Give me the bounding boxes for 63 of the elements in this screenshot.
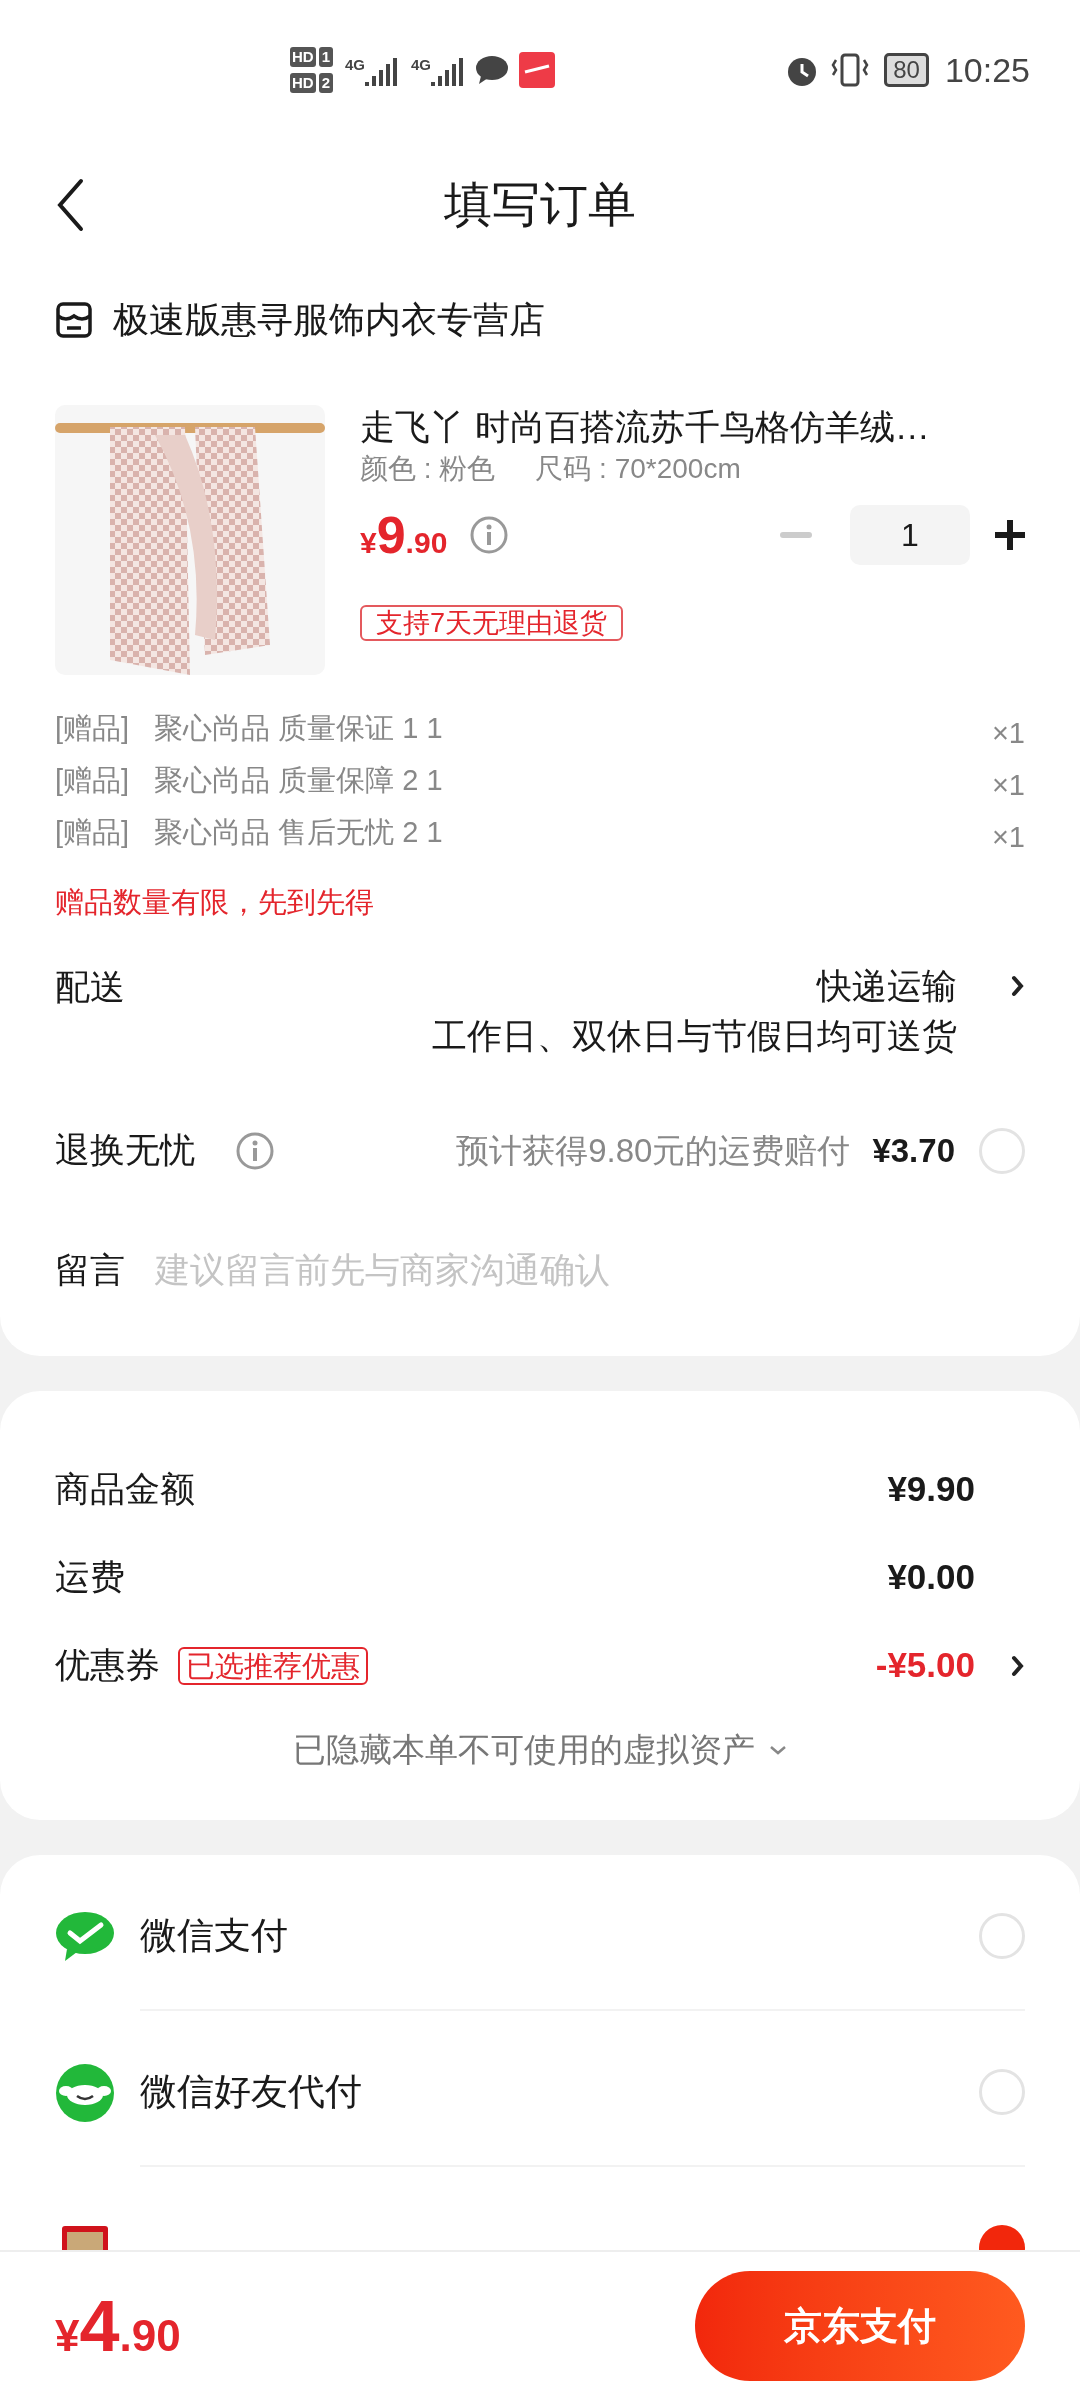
product-title[interactable]: 走飞丫 时尚百搭流苏千鸟格仿羊绒…: [360, 405, 1025, 449]
info-icon[interactable]: [235, 1130, 275, 1171]
delivery-label: 配送: [55, 965, 125, 1008]
vibrate-icon: [830, 52, 871, 88]
sim-slot: 2: [318, 73, 333, 93]
payment-label: 微信好友代付: [140, 2069, 362, 2114]
summary-value[interactable]: -¥5.00: [875, 1639, 975, 1692]
summary-label: 优惠券: [55, 1644, 160, 1687]
chevron-down-icon: [769, 1744, 787, 1755]
quantity-field[interactable]: 1: [850, 505, 970, 565]
gift-note: 赠品数量有限，先到先得: [55, 886, 374, 918]
delivery-detail: 工作日、双休日与节假日均可送货: [432, 1014, 957, 1057]
total-price: ¥4.90: [55, 2285, 181, 2368]
payment-option[interactable]: 微信好友代付: [55, 2018, 1025, 2167]
radio-button[interactable]: [979, 1127, 1025, 1174]
return-policy-tag: 支持7天无理由退货: [360, 605, 624, 641]
product-price: ¥9.90: [360, 505, 448, 566]
app-icon: [519, 52, 556, 88]
gift-tag: [赠品]: [55, 811, 130, 855]
radio-button[interactable]: [979, 2068, 1025, 2115]
return-service-label: 退换无忧: [55, 1129, 195, 1172]
status-time: 10:25: [944, 49, 1030, 91]
plus-icon[interactable]: [995, 520, 1025, 550]
gift-name: 聚心尚品 质量保证 1 1: [154, 711, 443, 747]
network-label: 4G: [411, 55, 432, 75]
summary-label: 运费: [55, 1556, 125, 1599]
sim-label: HD: [290, 73, 316, 93]
gift-tag: [赠品]: [55, 707, 130, 751]
coupon-tag: 已选推荐优惠: [178, 1646, 368, 1685]
chat-check-icon: [55, 1910, 115, 1963]
gift-name: 聚心尚品 质量保障 2 1: [154, 763, 443, 799]
gift-tag: [赠品]: [55, 759, 130, 803]
product-color: 颜色 : 粉色: [360, 452, 496, 486]
store-icon: [55, 301, 93, 339]
product-size: 尺码 : 70*200cm: [535, 452, 741, 486]
network-label: 4G: [345, 55, 366, 75]
sim-label: HD: [290, 47, 316, 67]
chat-bubble-icon: [475, 55, 510, 85]
hidden-assets-note[interactable]: 已隐藏本单不可使用的虚拟资产: [293, 1724, 755, 1775]
dog-face-icon: [55, 2062, 115, 2123]
payment-label: 微信支付: [140, 1913, 288, 1958]
pay-button[interactable]: 京东支付: [695, 2271, 1025, 2381]
chevron-right-icon: [1011, 974, 1025, 997]
return-service-description: 预计获得9.80元的运费赔付: [456, 1130, 851, 1171]
back-icon[interactable]: [55, 177, 85, 233]
summary-label: 商品金额: [55, 1468, 195, 1511]
page-title: 填写订单: [444, 177, 636, 233]
chevron-right-icon: [1011, 1654, 1025, 1677]
summary-value: ¥0.00: [887, 1556, 975, 1599]
gift-name: 聚心尚品 售后无忧 2 1: [154, 815, 443, 851]
battery-indicator: 80: [884, 53, 929, 87]
gift-count: ×1: [991, 820, 1025, 856]
gift-count: ×1: [991, 716, 1025, 752]
delivery-method[interactable]: 快递运输: [817, 960, 957, 1011]
sim-slot: 1: [318, 47, 333, 67]
gift-count: ×1: [991, 768, 1025, 804]
info-icon[interactable]: [469, 515, 510, 555]
message-label: 留言: [55, 1249, 125, 1292]
return-service-price: ¥3.70: [872, 1130, 955, 1171]
radio-button[interactable]: [979, 1912, 1025, 1959]
summary-value: ¥9.90: [887, 1468, 975, 1511]
payment-option[interactable]: 微信支付: [55, 1862, 1025, 2011]
store-name[interactable]: 极速版惠寻服饰内衣专营店: [113, 293, 545, 347]
